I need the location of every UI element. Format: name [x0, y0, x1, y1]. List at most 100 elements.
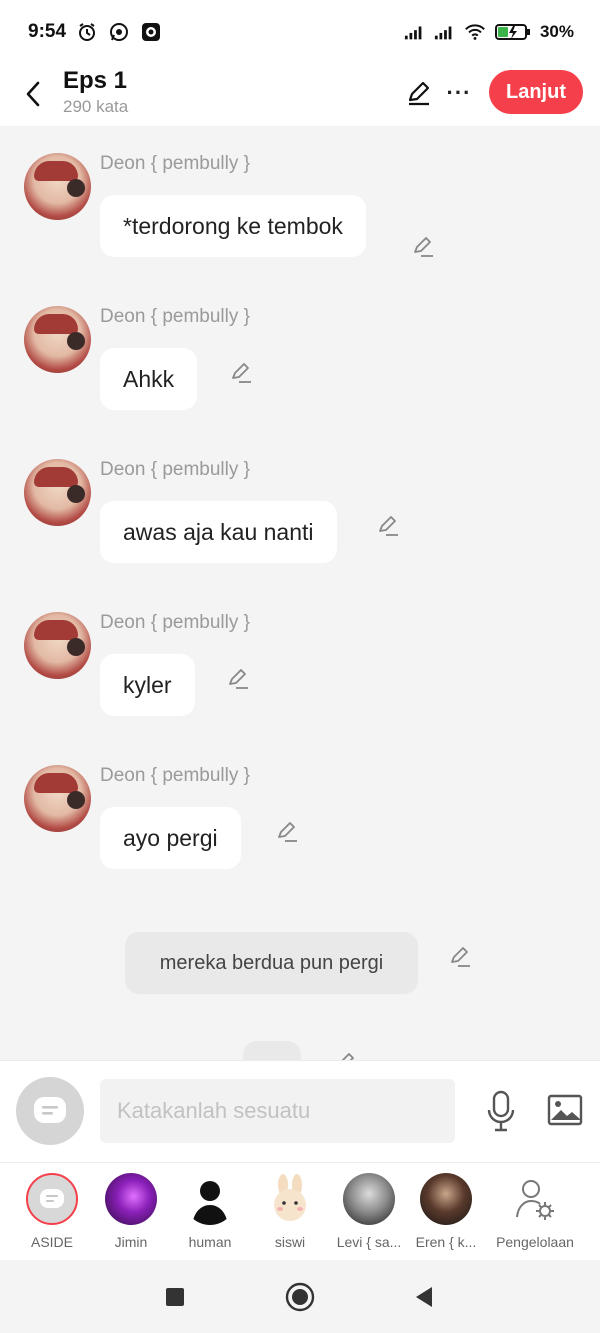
- sender-name: Deon { pembully }: [100, 612, 250, 633]
- home-circle-icon: [285, 1282, 315, 1312]
- message-bubble[interactable]: ayo pergi: [100, 807, 241, 869]
- character-label: Jimin: [114, 1234, 148, 1250]
- character-label: ASIDE: [30, 1234, 73, 1250]
- avatar[interactable]: [24, 612, 91, 679]
- message-item: Deon { pembully } *terdorong ke tembok: [0, 153, 600, 283]
- character-human[interactable]: human: [170, 1173, 250, 1257]
- triangle-back-icon: [416, 1287, 432, 1307]
- avatar[interactable]: [24, 153, 91, 220]
- chat-bubble-icon: [40, 1189, 64, 1208]
- narration-bubble[interactable]: mereka berdua pun pergi: [125, 932, 418, 994]
- character-management[interactable]: Pengelolaan: [490, 1173, 580, 1257]
- edit-message-button[interactable]: [410, 233, 436, 259]
- chat-bubble-icon: [34, 1097, 66, 1123]
- square-icon: [166, 1288, 184, 1306]
- message-bubble[interactable]: awas aja kau nanti: [100, 501, 337, 563]
- wifi-icon: [464, 21, 486, 43]
- chevron-left-icon: [26, 81, 40, 107]
- person-silhouette-icon: [192, 1181, 228, 1225]
- message-item: Deon { pembully } kyler: [0, 612, 600, 742]
- alarm-icon: [76, 21, 98, 43]
- character-label: human: [188, 1234, 232, 1250]
- sender-name: Deon { pembully }: [100, 459, 250, 480]
- edit-narration-button[interactable]: [447, 943, 473, 969]
- app-header: Eps 1 290 kata ··· Lanjut: [0, 64, 600, 126]
- character-bar: ASIDE Jimin human siswi Levi { sa... Ere…: [0, 1162, 600, 1260]
- microphone-button[interactable]: [482, 1089, 520, 1133]
- message-item: Deon { pembully } Ahkk: [0, 306, 600, 436]
- pencil-icon: [451, 947, 470, 967]
- image-button[interactable]: [546, 1091, 584, 1129]
- title-block: Eps 1 290 kata: [63, 66, 128, 118]
- system-nav-bar: [0, 1260, 600, 1333]
- word-count: 290 kata: [63, 97, 129, 116]
- chat-area[interactable]: Deon { pembully } *terdorong ke tembok D…: [0, 126, 600, 1060]
- edit-message-button[interactable]: [225, 665, 251, 691]
- pencil-icon: [379, 516, 398, 536]
- pencil-icon: [414, 237, 433, 257]
- edit-message-button[interactable]: [375, 512, 401, 538]
- pencil-icon: [229, 669, 248, 689]
- status-time: 9:54: [28, 21, 67, 42]
- pencil-icon: [341, 1053, 354, 1060]
- microphone-icon: [487, 1090, 515, 1132]
- recent-apps-button[interactable]: [160, 1282, 190, 1312]
- signal-icon: [434, 21, 456, 43]
- edit-message-button[interactable]: [333, 1049, 359, 1060]
- message-bubble[interactable]: Ahkk: [100, 348, 198, 410]
- system-back-button[interactable]: [409, 1282, 439, 1312]
- aside-toggle-button[interactable]: [16, 1077, 84, 1145]
- avatar: [105, 1173, 157, 1225]
- record-icon: [140, 21, 162, 43]
- avatar: [184, 1173, 236, 1225]
- message-item: Deon { pembully } ayo pergi: [0, 765, 600, 895]
- avatar: [26, 1173, 78, 1225]
- character-eren[interactable]: Eren { k...: [406, 1173, 486, 1257]
- user-settings-icon: [509, 1173, 561, 1225]
- sender-name: Deon { pembully }: [100, 765, 250, 786]
- home-button[interactable]: [285, 1282, 315, 1312]
- message-input[interactable]: [100, 1079, 455, 1143]
- status-bar: 9:54 30%: [0, 0, 600, 64]
- character-label: Levi { sa...: [336, 1234, 402, 1250]
- pencil-icon: [408, 81, 430, 106]
- whatsapp-icon: [108, 21, 130, 43]
- edit-episode-button[interactable]: [402, 76, 436, 110]
- message-item: Deon { pembully } awas aja kau nanti: [0, 459, 600, 589]
- back-button[interactable]: [18, 74, 48, 114]
- edit-message-button[interactable]: [228, 359, 254, 385]
- partial-bubble: [243, 1041, 301, 1060]
- message-bubble[interactable]: *terdorong ke tembok: [100, 195, 366, 257]
- character-label: siswi: [274, 1234, 306, 1250]
- page-title: Eps 1: [63, 67, 128, 94]
- more-options-button[interactable]: ···: [444, 76, 474, 110]
- sender-name: Deon { pembully }: [100, 153, 250, 174]
- avatar: [343, 1173, 395, 1225]
- avatar[interactable]: [24, 765, 91, 832]
- battery-icon: [494, 21, 532, 43]
- pencil-icon: [232, 363, 251, 383]
- avatar[interactable]: [24, 459, 91, 526]
- next-button[interactable]: Lanjut: [489, 70, 583, 114]
- character-jimin[interactable]: Jimin: [91, 1173, 171, 1257]
- edit-message-button[interactable]: [274, 818, 300, 844]
- character-label: Pengelolaan: [496, 1234, 574, 1250]
- sender-name: Deon { pembully }: [100, 306, 250, 327]
- character-aside[interactable]: ASIDE: [12, 1173, 92, 1257]
- signal-icon: [404, 21, 426, 43]
- character-levi[interactable]: Levi { sa...: [329, 1173, 409, 1257]
- more-icon: ···: [446, 80, 472, 105]
- battery-level: 30%: [539, 22, 574, 41]
- status-bar-right: 30%: [404, 21, 574, 43]
- bunny-icon: [274, 1174, 306, 1221]
- pencil-icon: [278, 822, 297, 842]
- avatar: [264, 1173, 316, 1225]
- avatar[interactable]: [24, 306, 91, 373]
- character-label: Eren { k...: [415, 1234, 477, 1250]
- message-bubble[interactable]: kyler: [100, 654, 195, 716]
- composer-bar: [0, 1060, 600, 1162]
- status-bar-left: 9:54: [28, 21, 162, 43]
- avatar: [420, 1173, 472, 1225]
- character-siswi[interactable]: siswi: [250, 1173, 330, 1257]
- image-icon: [547, 1094, 583, 1126]
